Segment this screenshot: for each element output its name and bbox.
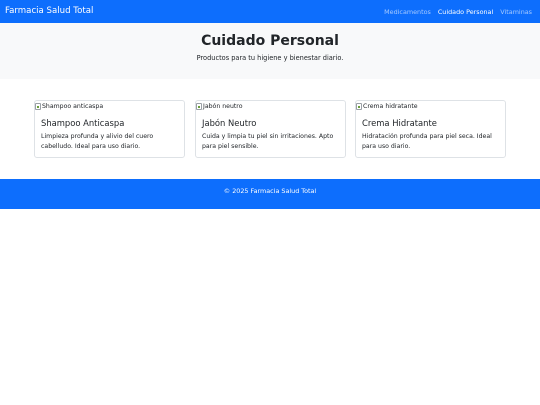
brand-link[interactable]: Farmacia Salud Total <box>5 6 93 16</box>
nav-link-cuidado-personal[interactable]: Cuidado Personal <box>438 8 493 16</box>
product-description: Limpieza profunda y alivio del cuero cab… <box>41 133 154 150</box>
broken-image-icon <box>35 102 41 110</box>
product-description: Cuida y limpia tu piel sin irritaciones.… <box>202 133 334 150</box>
product-image: Jabón neutro <box>196 101 243 111</box>
product-card-crema: Crema hidratante Crema Hidratante Hidrat… <box>355 100 506 158</box>
product-title: Shampoo Anticaspa <box>41 118 125 128</box>
product-card-shampoo: Shampoo anticaspa Shampoo Anticaspa Limp… <box>34 100 185 158</box>
footer-copyright: © 2025 Farmacia Salud Total <box>223 187 317 195</box>
product-image: Shampoo anticaspa <box>35 101 103 111</box>
page-subtitle: Productos para tu higiene y bienestar di… <box>196 54 344 62</box>
product-title: Jabón Neutro <box>202 118 257 128</box>
product-image-alt: Crema hidratante <box>363 102 418 110</box>
nav-link-medicamentos[interactable]: Medicamentos <box>384 8 431 16</box>
product-image-alt: Shampoo anticaspa <box>42 102 104 110</box>
hero-section: Cuidado Personal Productos para tu higie… <box>0 23 540 79</box>
product-description: Hidratación profunda para piel seca. Ide… <box>362 133 492 150</box>
navbar: Farmacia Salud Total Medicamentos Cuidad… <box>0 0 540 23</box>
product-image: Crema hidratante <box>356 101 418 111</box>
nav-menu: Medicamentos Cuidado Personal Vitaminas <box>384 8 532 16</box>
nav-link-vitaminas[interactable]: Vitaminas <box>500 8 532 16</box>
page-title: Cuidado Personal <box>201 33 339 49</box>
broken-image-icon <box>356 102 362 110</box>
product-card-jabon: Jabón neutro Jabón Neutro Cuida y limpia… <box>195 100 346 158</box>
broken-image-icon <box>196 102 202 110</box>
product-image-alt: Jabón neutro <box>203 102 243 110</box>
product-title: Crema Hidratante <box>362 118 437 128</box>
footer: © 2025 Farmacia Salud Total <box>0 179 540 209</box>
